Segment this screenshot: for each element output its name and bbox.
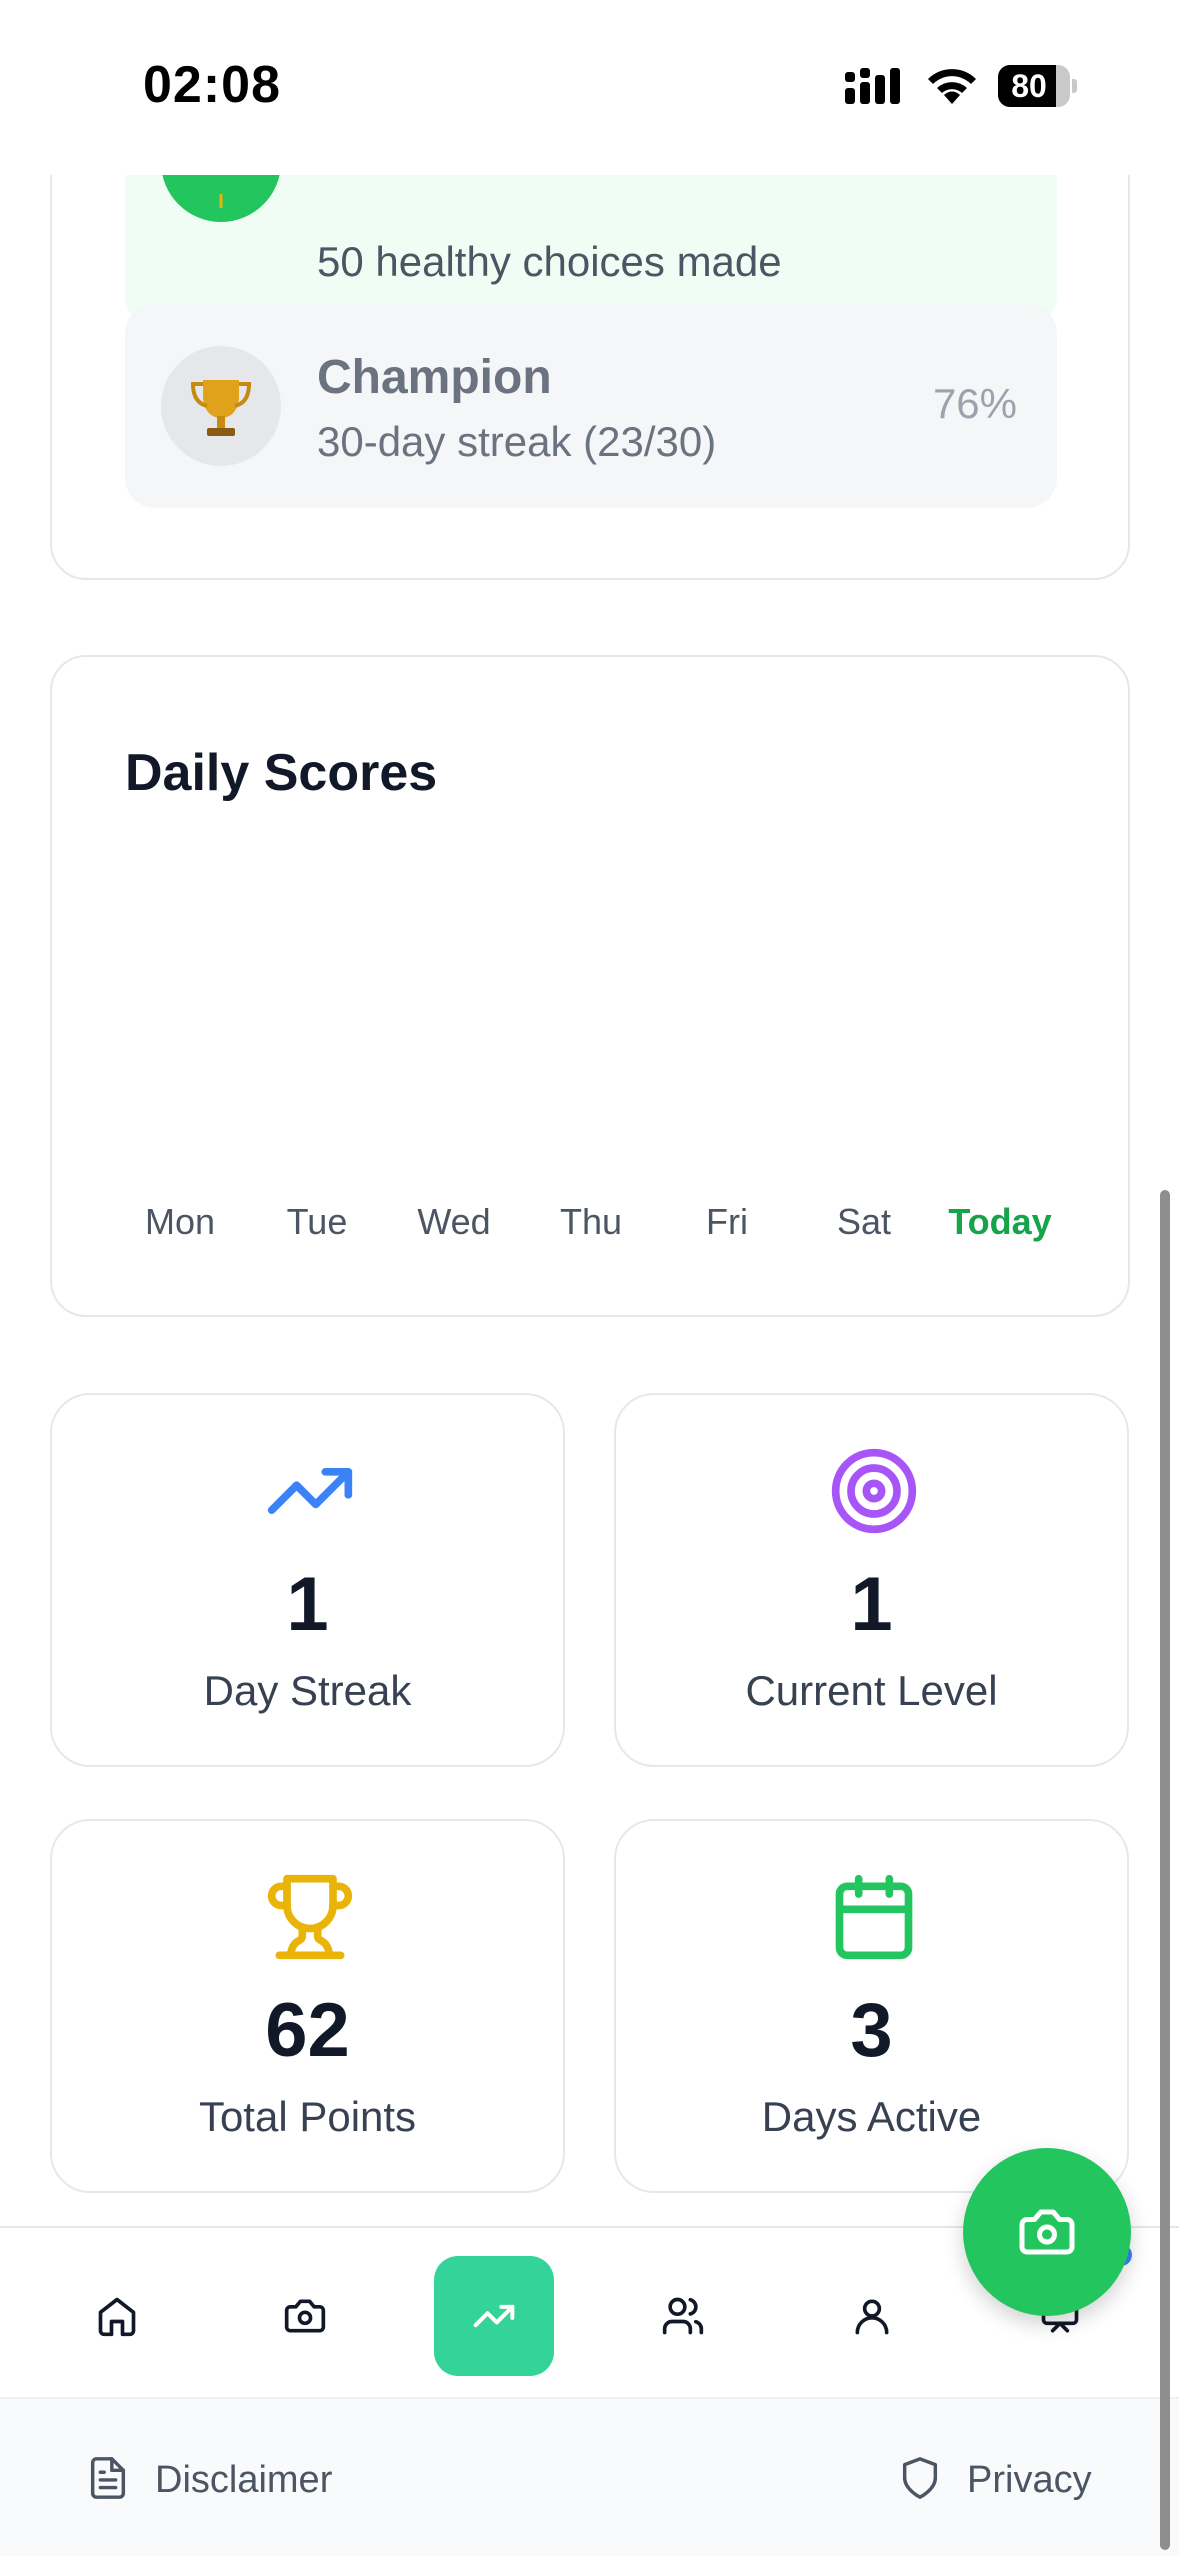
stat-label: Days Active xyxy=(761,2093,982,2140)
users-icon xyxy=(662,2297,704,2335)
achievement-subtitle: 30-day streak (23/30) xyxy=(317,418,717,465)
achievement-title: Champion xyxy=(317,351,552,404)
nav-profile[interactable] xyxy=(812,2256,932,2376)
floating-camera-button[interactable] xyxy=(963,2148,1131,2316)
day-label: Thu xyxy=(559,1201,623,1242)
footer: Disclaimer Privacy xyxy=(0,2397,1179,2556)
home-icon xyxy=(98,2297,136,2337)
privacy-label: Privacy xyxy=(967,2459,1092,2501)
trophy-icon xyxy=(267,1874,353,1960)
calendar-icon xyxy=(835,1874,913,1960)
nav-community[interactable] xyxy=(623,2256,743,2376)
scrollbar[interactable] xyxy=(1160,1190,1170,2550)
daily-scores-title: Daily Scores xyxy=(125,744,438,802)
status-time: 02:08 xyxy=(143,56,281,114)
camera-icon xyxy=(284,2299,326,2333)
trending-up-icon xyxy=(267,1468,353,1514)
day-label: Tue xyxy=(286,1201,348,1242)
stat-label: Total Points xyxy=(198,2093,417,2140)
stat-card-days-active: 3 Days Active xyxy=(614,1819,1129,2193)
achievement-row-champion: Champion 30-day streak (23/30) 76% xyxy=(125,304,1057,508)
status-bar: 02:08 80 xyxy=(0,0,1179,175)
nav-progress[interactable] xyxy=(434,2256,554,2376)
wifi-icon xyxy=(928,69,976,104)
cellular-signal-icon xyxy=(845,68,900,104)
stat-card-current-level: 1 Current Level xyxy=(614,1393,1129,1767)
document-icon xyxy=(90,2457,126,2499)
achievement-subtitle: 50 healthy choices made xyxy=(317,238,782,285)
camera-icon xyxy=(1019,2209,1075,2255)
daily-scores-card: Daily Scores Mon Tue Wed Thu Fri Sat Tod… xyxy=(50,655,1130,1317)
disclaimer-label: Disclaimer xyxy=(155,2459,333,2501)
stat-card-total-points: 62 Total Points xyxy=(50,1819,565,2193)
privacy-link[interactable]: Privacy xyxy=(897,2455,1117,2505)
trophy-emoji-icon xyxy=(161,346,281,466)
battery-percent: 80 xyxy=(1011,68,1047,104)
day-label: Sat xyxy=(836,1201,892,1242)
day-label: Fri xyxy=(706,1201,748,1242)
user-icon xyxy=(855,2299,889,2335)
day-label: Mon xyxy=(144,1201,216,1242)
nav-home[interactable] xyxy=(57,2256,177,2376)
shield-icon xyxy=(902,2457,938,2499)
stat-value: 1 xyxy=(850,1562,893,1647)
day-label: Wed xyxy=(417,1201,491,1242)
disclaimer-link[interactable]: Disclaimer xyxy=(85,2455,365,2505)
target-icon xyxy=(831,1448,917,1534)
progress-icon xyxy=(473,2304,515,2328)
achievement-percent: 76% xyxy=(932,380,1017,427)
battery-indicator: 80 xyxy=(998,65,1077,107)
stat-value: 1 xyxy=(286,1562,329,1647)
stat-label: Day Streak xyxy=(203,1667,412,1714)
stat-label: Current Level xyxy=(745,1667,998,1714)
stat-value: 62 xyxy=(265,1988,350,2073)
stat-value: 3 xyxy=(850,1988,893,2073)
nav-camera[interactable] xyxy=(245,2256,365,2376)
day-label-today: Today xyxy=(948,1201,1052,1242)
stat-card-day-streak: 1 Day Streak xyxy=(50,1393,565,1767)
